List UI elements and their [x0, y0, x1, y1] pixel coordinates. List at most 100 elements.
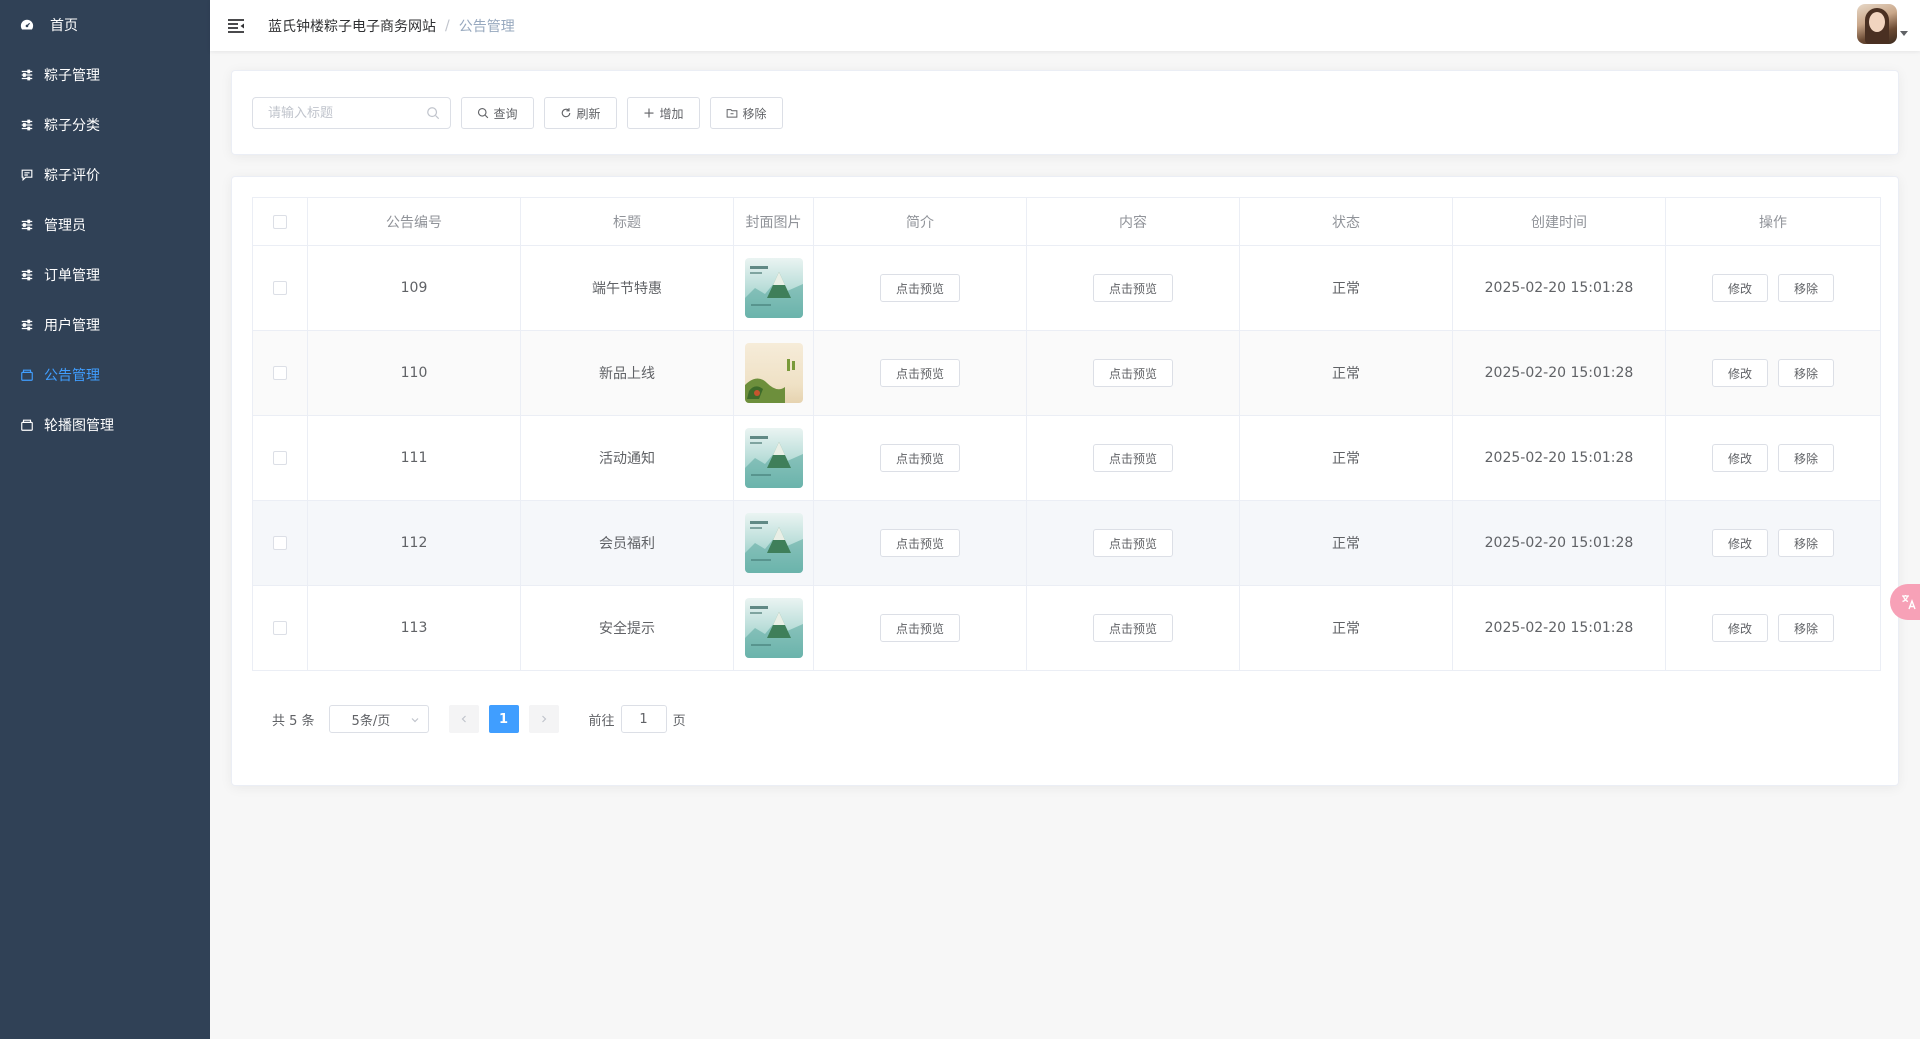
column-header: 内容 — [1026, 197, 1240, 246]
prev-page-button[interactable] — [448, 705, 479, 733]
goto-suffix: 页 — [672, 713, 686, 729]
cover-image[interactable] — [744, 343, 803, 403]
row-select-cell — [252, 415, 308, 501]
sidebar-item-carousel[interactable]: 轮播图管理 — [0, 400, 210, 450]
row-select-cell — [252, 245, 308, 331]
page-number-current[interactable]: 1 — [488, 705, 519, 733]
edit-button[interactable]: 修改 — [1712, 274, 1768, 302]
created-time-cell: 2025-02-20 15:01:28 — [1452, 330, 1666, 416]
created-time-cell: 2025-02-20 15:01:28 — [1452, 500, 1666, 586]
content-cell: 点击预览 — [1026, 245, 1240, 331]
query-button[interactable]: 查询 — [461, 97, 534, 129]
cover-image[interactable] — [744, 513, 803, 573]
column-header: 封面图片 — [733, 197, 814, 246]
sidebar-item-zongzi[interactable]: 粽子管理 — [0, 50, 210, 100]
table-row: 110 新品上线 点击预览 点击预览 正常 2025-02-20 15:01:28 修改 移除 — [252, 330, 1881, 416]
delete-button[interactable]: 移除 — [1778, 614, 1834, 642]
status-cell: 正常 — [1239, 330, 1453, 416]
preview-summary-button[interactable]: 点击预览 — [880, 274, 960, 302]
goto-page-input[interactable] — [620, 705, 667, 733]
sidebar-item-category[interactable]: 粽子分类 — [0, 100, 210, 150]
row-checkbox[interactable] — [273, 281, 287, 295]
sidebar-item-review[interactable]: 粽子评价 — [0, 150, 210, 200]
table-row: 113 安全提示 点击预览 点击预览 正常 2025-02-20 15:01:28 修改 移除 — [252, 585, 1881, 671]
notice-id-cell: 109 — [307, 245, 521, 331]
row-checkbox[interactable] — [273, 451, 287, 465]
preview-summary-button[interactable]: 点击预览 — [880, 444, 960, 472]
sidebar-item-label: 粽子分类 — [44, 118, 100, 134]
notice-title-cell: 活动通知 — [520, 415, 734, 501]
avatar[interactable] — [1857, 4, 1897, 44]
column-header: 操作 — [1665, 197, 1881, 246]
hamburger-icon[interactable] — [227, 17, 245, 35]
created-time-cell: 2025-02-20 15:01:28 — [1452, 245, 1666, 331]
row-select-cell — [252, 330, 308, 416]
search-input[interactable] — [253, 98, 413, 128]
notice-table: 公告编号 标题 封面图片 简介 内容 状态 创建时间 操作 109 端午节特惠 点击… — [252, 197, 1881, 671]
cover-image[interactable] — [744, 258, 803, 318]
content-cell: 点击预览 — [1026, 500, 1240, 586]
created-time-cell: 2025-02-20 15:01:28 — [1452, 415, 1666, 501]
column-header: 创建时间 — [1452, 197, 1666, 246]
refresh-button[interactable]: 刷新 — [544, 97, 617, 129]
summary-cell: 点击预览 — [813, 415, 1027, 501]
actions-cell: 修改 移除 — [1665, 245, 1881, 331]
status-cell: 正常 — [1239, 415, 1453, 501]
preview-content-button[interactable]: 点击预览 — [1093, 359, 1173, 387]
box-icon — [20, 418, 34, 432]
preview-summary-button[interactable]: 点击预览 — [880, 614, 960, 642]
caret-down-icon — [1900, 31, 1908, 36]
sidebar-item-label: 首页 — [50, 18, 78, 34]
preview-content-button[interactable]: 点击预览 — [1093, 274, 1173, 302]
notice-id-cell: 113 — [307, 585, 521, 671]
sidebar-item-home[interactable]: 首页 — [0, 0, 210, 50]
edit-button[interactable]: 修改 — [1712, 444, 1768, 472]
sidebar-item-notice[interactable]: 公告管理 — [0, 350, 210, 400]
preview-summary-button[interactable]: 点击预览 — [880, 359, 960, 387]
cover-image[interactable] — [744, 428, 803, 488]
row-checkbox[interactable] — [273, 621, 287, 635]
delete-button[interactable]: 移除 — [1778, 529, 1834, 557]
row-checkbox[interactable] — [273, 366, 287, 380]
add-button[interactable]: 增加 — [627, 97, 700, 129]
sidebar-item-label: 用户管理 — [44, 318, 100, 334]
top-navbar: 蓝氏钟楼粽子电子商务网站 / 公告管理 — [210, 0, 1920, 51]
sidebar-item-admin[interactable]: 管理员 — [0, 200, 210, 250]
notice-id-cell: 111 — [307, 415, 521, 501]
remove-button-label: 移除 — [742, 106, 767, 121]
created-time-cell: 2025-02-20 15:01:28 — [1452, 585, 1666, 671]
folder-remove-icon — [727, 109, 738, 118]
actions-cell: 修改 移除 — [1665, 500, 1881, 586]
sliders-icon — [20, 268, 34, 282]
user-menu[interactable] — [1857, 4, 1908, 44]
preview-content-button[interactable]: 点击预览 — [1093, 614, 1173, 642]
preview-summary-button[interactable]: 点击预览 — [880, 529, 960, 557]
row-checkbox[interactable] — [273, 536, 287, 550]
cover-image[interactable] — [744, 598, 803, 658]
select-all-checkbox[interactable] — [273, 214, 287, 229]
sidebar-item-label: 管理员 — [44, 218, 86, 234]
page-size-select[interactable]: 5条/页 — [328, 705, 429, 733]
next-page-button[interactable] — [528, 705, 559, 733]
search-field[interactable] — [252, 97, 451, 129]
delete-button[interactable]: 移除 — [1778, 359, 1834, 387]
remove-button[interactable]: 移除 — [710, 97, 783, 129]
summary-cell: 点击预览 — [813, 500, 1027, 586]
breadcrumb-home[interactable]: 蓝氏钟楼粽子电子商务网站 — [268, 16, 436, 36]
edit-button[interactable]: 修改 — [1712, 359, 1768, 387]
edit-button[interactable]: 修改 — [1712, 529, 1768, 557]
delete-button[interactable]: 移除 — [1778, 444, 1834, 472]
summary-cell: 点击预览 — [813, 585, 1027, 671]
actions-cell: 修改 移除 — [1665, 585, 1881, 671]
filter-card: 查询 刷新 增加 移除 — [231, 70, 1899, 155]
preview-content-button[interactable]: 点击预览 — [1093, 444, 1173, 472]
status-cell: 正常 — [1239, 500, 1453, 586]
edit-button[interactable]: 修改 — [1712, 614, 1768, 642]
translate-float-button[interactable] — [1890, 584, 1920, 620]
delete-button[interactable]: 移除 — [1778, 274, 1834, 302]
query-button-label: 查询 — [493, 106, 518, 121]
sidebar-item-orders[interactable]: 订单管理 — [0, 250, 210, 300]
add-button-label: 增加 — [659, 106, 684, 121]
sidebar-item-users[interactable]: 用户管理 — [0, 300, 210, 350]
preview-content-button[interactable]: 点击预览 — [1093, 529, 1173, 557]
